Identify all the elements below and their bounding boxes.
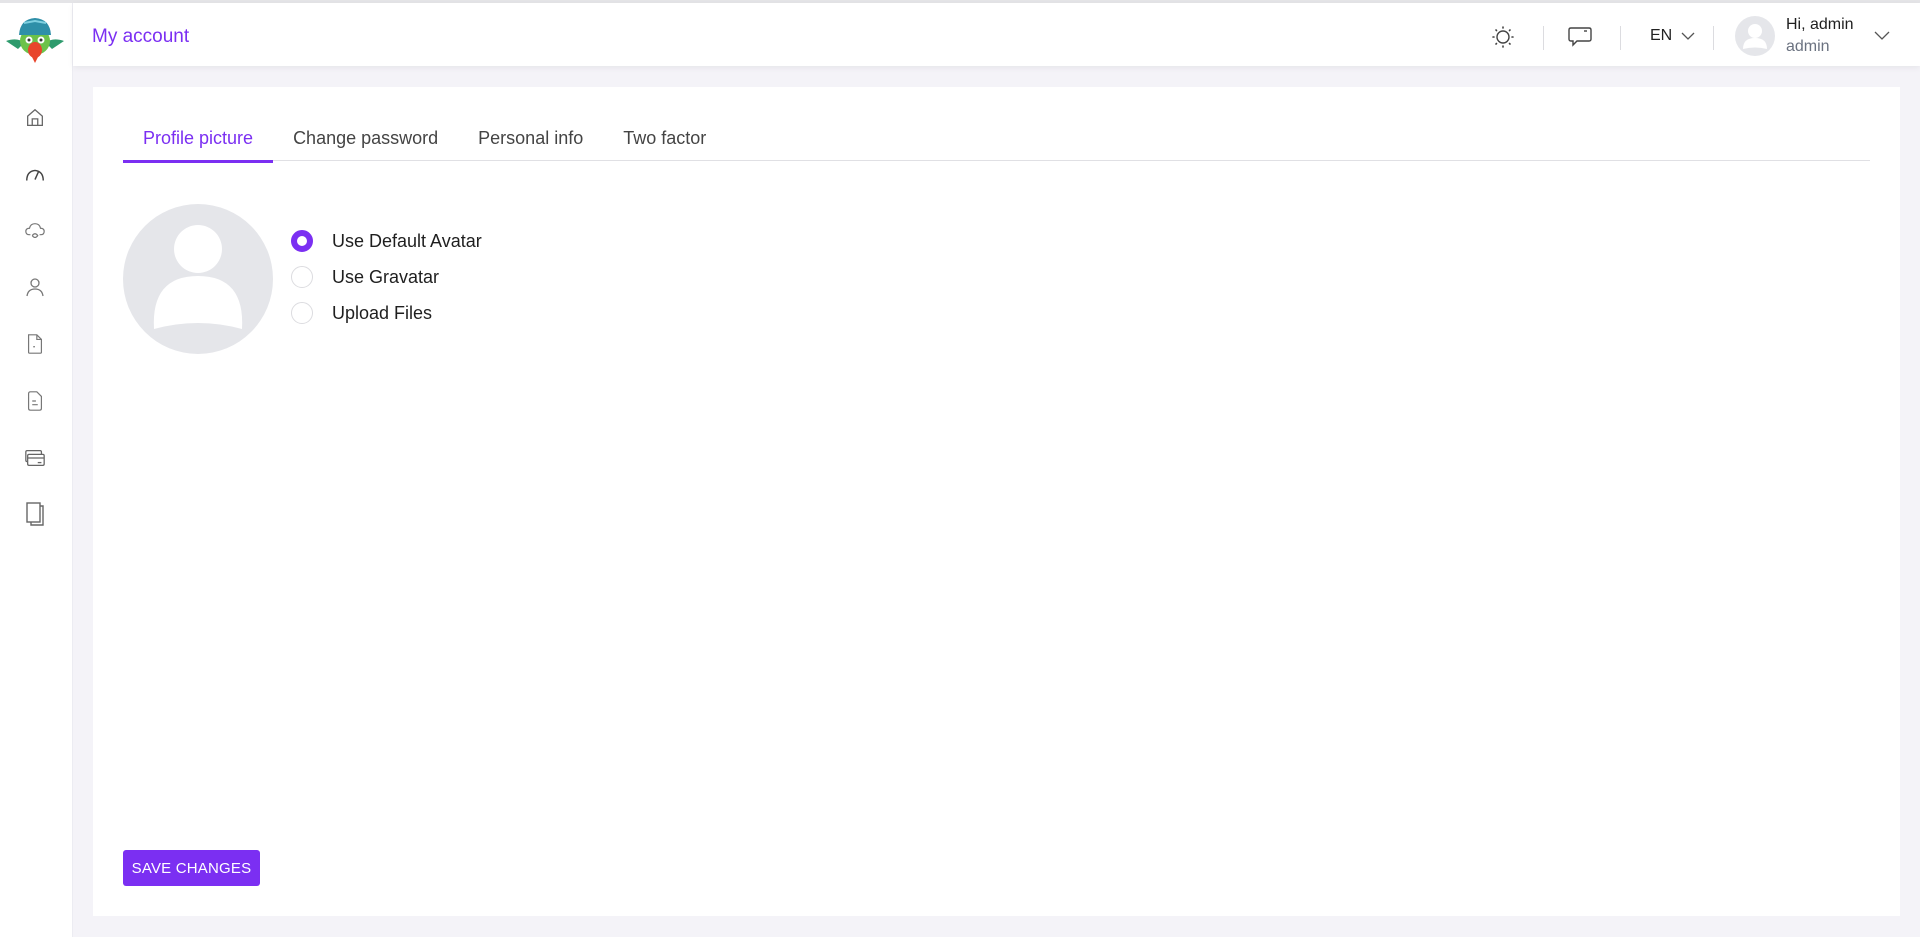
speedometer-icon <box>26 169 44 181</box>
copy-icon <box>26 502 44 526</box>
cloud-icon <box>25 223 45 239</box>
home-icon <box>27 108 43 126</box>
sidebar-item-users[interactable] <box>20 273 50 303</box>
language-selector[interactable]: EN <box>1650 27 1696 45</box>
option-label: Upload Files <box>332 302 433 323</box>
sun-icon <box>1492 26 1514 48</box>
header-divider <box>1620 26 1621 50</box>
tab-personal-info[interactable]: Personal info <box>458 123 603 161</box>
account-card: Profile picture Change password Personal… <box>93 87 1900 916</box>
chevron-down-icon <box>1874 31 1890 40</box>
user-avatar[interactable] <box>1735 16 1775 56</box>
sidebar-item-pages[interactable] <box>20 499 50 529</box>
save-changes-button[interactable]: SAVE CHANGES <box>123 850 260 886</box>
option-default-avatar[interactable]: Use Default Avatar <box>291 223 482 259</box>
option-label: Use Default Avatar <box>332 230 482 251</box>
tab-change-password[interactable]: Change password <box>273 123 458 161</box>
sidebar-item-home[interactable] <box>20 103 50 133</box>
tab-profile-picture[interactable]: Profile picture <box>123 123 274 163</box>
option-upload-files[interactable]: Upload Files <box>291 295 482 331</box>
option-gravatar[interactable]: Use Gravatar <box>291 259 482 295</box>
radio-upload-files[interactable] <box>291 302 313 324</box>
app-logo[interactable] <box>4 13 66 65</box>
radio-gravatar[interactable] <box>291 266 313 288</box>
sidebar-item-cloud[interactable] <box>20 216 50 246</box>
credit-card-icon <box>25 450 45 466</box>
radio-default-avatar[interactable] <box>291 230 313 252</box>
file-text-icon <box>27 391 43 411</box>
message-icon <box>1568 27 1592 47</box>
theme-toggle-button[interactable] <box>1489 23 1517 51</box>
file-icon <box>27 334 43 354</box>
avatar-source-options: Use Default Avatar Use Gravatar Upload F… <box>291 223 482 331</box>
sidebar-item-dashboard[interactable] <box>20 160 50 190</box>
option-label: Use Gravatar <box>332 266 440 287</box>
profile-avatar <box>123 204 273 354</box>
page-title: My account <box>92 26 190 47</box>
messages-button[interactable] <box>1566 23 1594 51</box>
user-icon <box>1743 24 1767 49</box>
header-divider <box>1713 26 1714 50</box>
sidebar-item-report[interactable] <box>20 386 50 416</box>
language-label: EN <box>1650 27 1673 44</box>
default-avatar-icon <box>153 225 243 329</box>
account-tabs: Profile picture Change password Personal… <box>123 123 1870 163</box>
sidebar-item-billing[interactable] <box>20 443 50 473</box>
tab-two-factor[interactable]: Two factor <box>603 123 726 161</box>
chevron-down-icon <box>1681 32 1695 40</box>
user-role: admin <box>1786 38 1830 55</box>
user-menu-toggle[interactable] <box>1873 29 1891 47</box>
sidebar <box>0 3 73 937</box>
user-greeting: Hi, admin <box>1786 16 1854 33</box>
users-icon <box>26 278 44 297</box>
sidebar-item-document[interactable] <box>20 329 50 359</box>
header-divider <box>1543 26 1544 50</box>
top-header: My account EN Hi, admin admin <box>73 3 1920 66</box>
